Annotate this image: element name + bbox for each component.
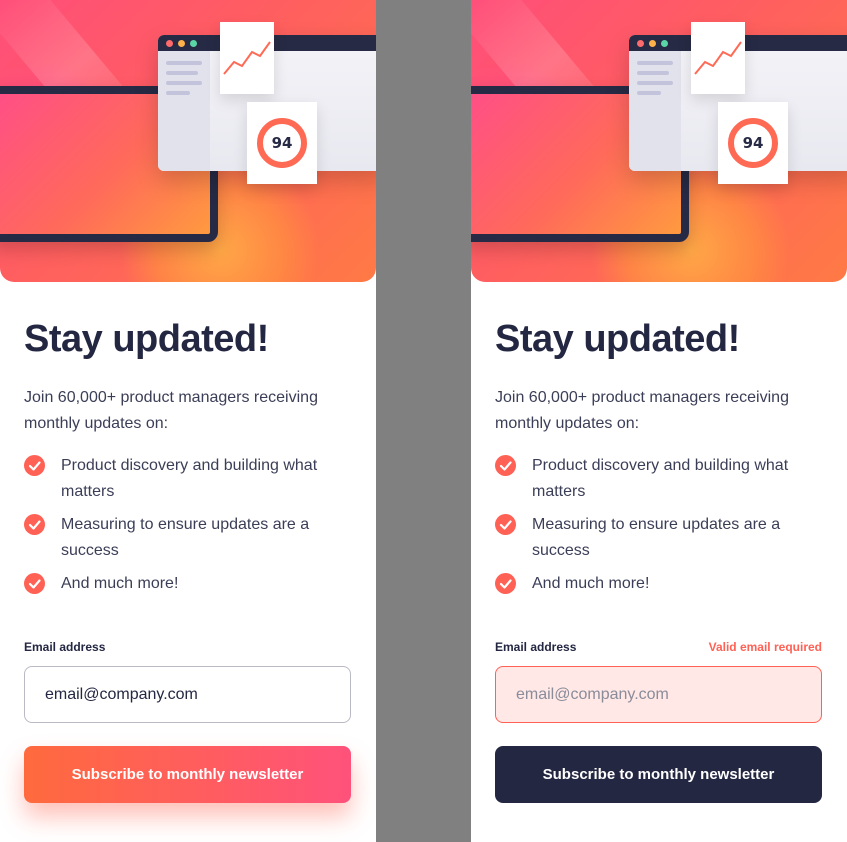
sidebar-line — [637, 61, 673, 65]
feature-text: Product discovery and building what matt… — [61, 457, 318, 500]
list-item: Measuring to ensure updates are a succes… — [24, 512, 354, 564]
feature-text: Measuring to ensure updates are a succes… — [532, 516, 781, 559]
check-icon — [24, 573, 45, 594]
newsletter-card-default: 94 Stay updated! Join 60,000+ product ma… — [0, 0, 376, 842]
hero-illustration: 94 — [471, 0, 847, 282]
trend-chart-icon — [694, 41, 742, 75]
check-icon — [495, 514, 516, 535]
page-title: Stay updated! — [495, 318, 740, 360]
window-dot-red — [166, 40, 173, 47]
sidebar-line — [637, 91, 661, 95]
newsletter-card-error: 94 Stay updated! Join 60,000+ product ma… — [471, 0, 847, 842]
list-item: Measuring to ensure updates are a succes… — [495, 512, 825, 564]
hero-illustration: 94 — [0, 0, 376, 282]
email-label: Email address — [24, 640, 106, 654]
check-icon — [24, 514, 45, 535]
email-field[interactable] — [24, 666, 351, 723]
feature-text: And much more! — [61, 575, 179, 592]
chart-card — [220, 22, 274, 94]
list-item: And much more! — [24, 571, 354, 597]
content: Stay updated! Join 60,000+ product manag… — [495, 318, 825, 604]
window-dot-red — [637, 40, 644, 47]
sidebar-line — [166, 61, 202, 65]
check-icon — [24, 455, 45, 476]
content: Stay updated! Join 60,000+ product manag… — [24, 318, 354, 604]
subscribe-button[interactable]: Subscribe to monthly newsletter — [24, 746, 351, 803]
check-icon — [495, 455, 516, 476]
intro-text: Join 60,000+ product managers receiving … — [24, 389, 318, 432]
sidebar-line — [166, 71, 198, 75]
email-field-header: Email address — [24, 640, 351, 656]
list-item: Product discovery and building what matt… — [495, 453, 825, 505]
list-item: And much more! — [495, 571, 825, 597]
trend-chart-icon — [223, 41, 271, 75]
list-item: Product discovery and building what matt… — [24, 453, 354, 505]
subscribe-button[interactable]: Subscribe to monthly newsletter — [495, 746, 822, 803]
score-value: 94 — [271, 134, 293, 152]
sidebar-line — [637, 81, 673, 85]
sidebar-line — [166, 81, 202, 85]
chart-card — [691, 22, 745, 94]
feature-list: Product discovery and building what matt… — [24, 453, 354, 597]
app-sidebar — [629, 51, 681, 171]
window-dot-yellow — [178, 40, 185, 47]
score-value: 94 — [742, 134, 764, 152]
email-field[interactable] — [495, 666, 822, 723]
sidebar-line — [637, 71, 669, 75]
window-dot-green — [661, 40, 668, 47]
app-sidebar — [158, 51, 210, 171]
feature-list: Product discovery and building what matt… — [495, 453, 825, 597]
email-label: Email address — [495, 640, 577, 654]
intro-text: Join 60,000+ product managers receiving … — [495, 389, 789, 432]
window-dot-green — [190, 40, 197, 47]
window-dot-yellow — [649, 40, 656, 47]
feature-text: Product discovery and building what matt… — [532, 457, 789, 500]
score-card: 94 — [247, 102, 317, 184]
email-field-header: Email address Valid email required — [495, 640, 822, 656]
score-card: 94 — [718, 102, 788, 184]
sidebar-line — [166, 91, 190, 95]
feature-text: Measuring to ensure updates are a succes… — [61, 516, 310, 559]
score-ring-icon: 94 — [257, 118, 307, 168]
feature-text: And much more! — [532, 575, 650, 592]
page-title: Stay updated! — [24, 318, 269, 360]
email-error-message: Valid email required — [708, 640, 822, 654]
check-icon — [495, 573, 516, 594]
score-ring-icon: 94 — [728, 118, 778, 168]
